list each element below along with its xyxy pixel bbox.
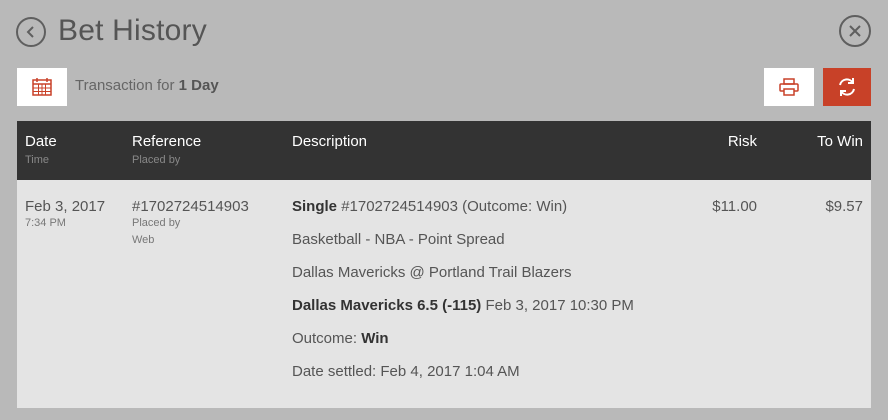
selection: Dallas Mavericks 6.5 (-115) bbox=[292, 297, 482, 314]
column-to-win[interactable]: To Win bbox=[817, 133, 863, 150]
table-row: Feb 3, 2017 7:34 PM #1702724514903 Place… bbox=[17, 180, 871, 408]
description-sport: Basketball - NBA - Point Spread bbox=[292, 231, 505, 248]
calendar-icon bbox=[32, 78, 52, 96]
transaction-period-text: Transaction for 1 Day bbox=[75, 77, 219, 94]
bet-date: Feb 3, 2017 bbox=[25, 198, 106, 215]
column-reference-label: Reference bbox=[132, 133, 202, 150]
column-risk[interactable]: Risk bbox=[728, 133, 757, 150]
bet-time: 7:34 PM bbox=[25, 217, 66, 229]
column-placed-by-label: Placed by bbox=[132, 154, 181, 166]
risk-value: $11.00 bbox=[712, 198, 757, 215]
description-selection-line: Dallas Mavericks 6.5 (-115) Feb 3, 2017 … bbox=[292, 297, 634, 314]
column-time-label: Time bbox=[25, 154, 50, 166]
print-button[interactable] bbox=[764, 68, 814, 106]
date-cell: Feb 3, 2017 7:34 PM bbox=[25, 198, 105, 232]
close-icon bbox=[849, 25, 861, 37]
description-bet-line: Single #1702724514903 (Outcome: Win) bbox=[292, 198, 567, 215]
bet-reference: #1702724514903 bbox=[132, 198, 249, 215]
page-header: Bet History bbox=[0, 0, 888, 66]
transaction-period: 1 Day bbox=[178, 77, 219, 94]
outcome-label: Outcome: bbox=[292, 330, 358, 347]
refresh-icon bbox=[839, 78, 855, 96]
back-button[interactable] bbox=[16, 17, 46, 47]
table-header: Date Time Reference Placed by Descriptio… bbox=[17, 121, 871, 180]
close-button[interactable] bbox=[839, 15, 871, 47]
bet-ref-outcome: #1702724514903 (Outcome: Win) bbox=[341, 198, 568, 215]
calendar-button[interactable] bbox=[17, 68, 67, 106]
to-win-value: $9.57 bbox=[825, 198, 863, 215]
description-date-settled: Date settled: Feb 4, 2017 1:04 AM bbox=[292, 363, 520, 380]
placed-by-value: Web bbox=[132, 234, 155, 246]
bet-type: Single bbox=[292, 198, 338, 215]
printer-icon bbox=[779, 78, 799, 96]
event-datetime: Feb 3, 2017 10:30 PM bbox=[485, 297, 634, 314]
column-description[interactable]: Description bbox=[292, 133, 367, 150]
column-reference[interactable]: Reference Placed by bbox=[132, 133, 201, 166]
placed-by-label: Placed by bbox=[132, 217, 181, 229]
column-date-label: Date bbox=[25, 133, 57, 150]
transaction-prefix: Transaction for bbox=[75, 77, 175, 94]
page-title: Bet History bbox=[58, 14, 207, 47]
description-outcome-line: Outcome: Win bbox=[292, 330, 389, 347]
refresh-button[interactable] bbox=[823, 68, 871, 106]
chevron-left-icon bbox=[26, 26, 34, 38]
column-date[interactable]: Date Time bbox=[25, 133, 57, 166]
description-matchup: Dallas Mavericks @ Portland Trail Blazer… bbox=[292, 264, 572, 281]
reference-cell: #1702724514903 Placed by Web bbox=[132, 198, 249, 249]
outcome-value: Win bbox=[361, 330, 389, 347]
